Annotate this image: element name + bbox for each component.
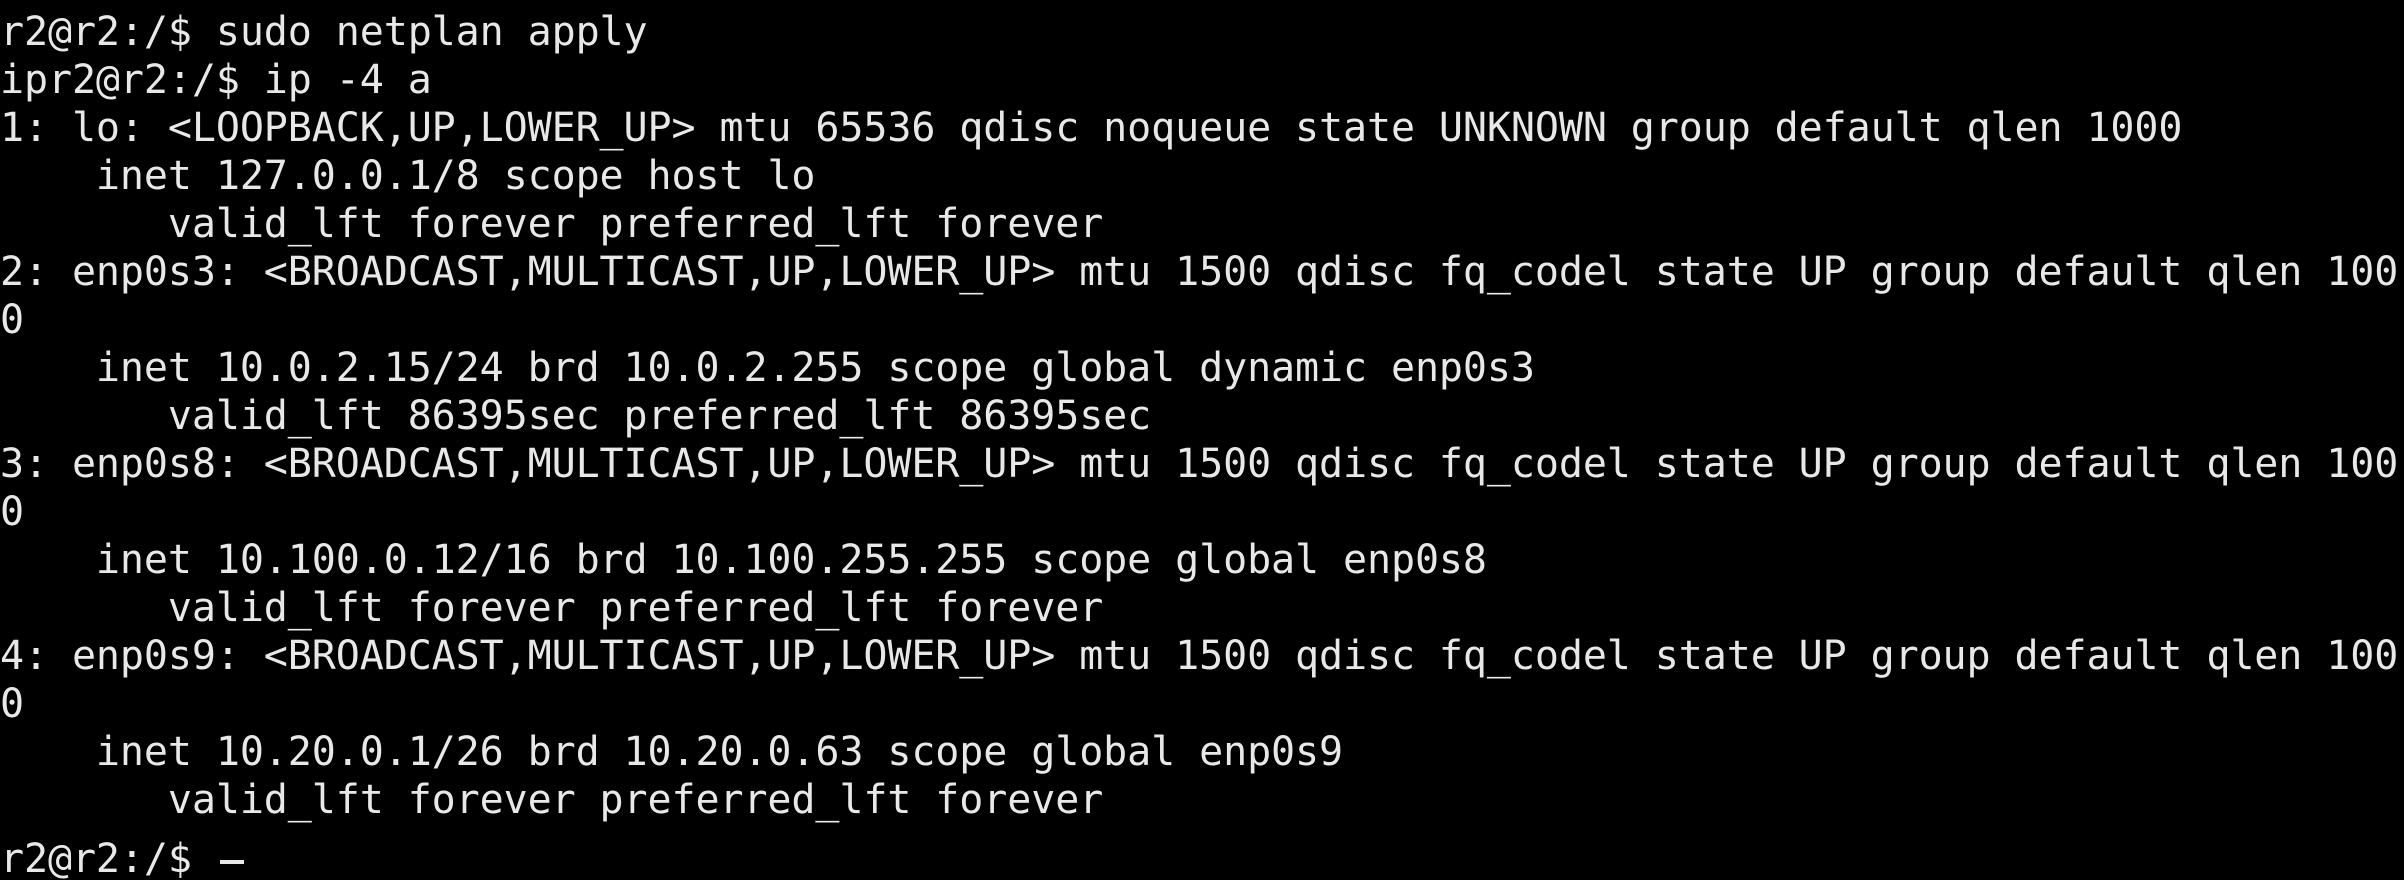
terminal-line: inet 10.20.0.1/26 brd 10.20.0.63 scope g… bbox=[0, 729, 1343, 775]
terminal-line: inet 10.100.0.12/16 brd 10.100.255.255 s… bbox=[0, 537, 1487, 583]
terminal-line: 0 bbox=[0, 489, 24, 535]
text-cursor bbox=[216, 824, 244, 872]
terminal-line: 4: enp0s9: <BROADCAST,MULTICAST,UP,LOWER… bbox=[0, 633, 2399, 679]
terminal-prompt: r2@r2:/$ bbox=[0, 836, 216, 880]
terminal-line: valid_lft 86395sec preferred_lft 86395se… bbox=[0, 393, 1152, 439]
terminal-prompt-line[interactable]: r2@r2:/$ bbox=[0, 824, 244, 880]
terminal-line: valid_lft forever preferred_lft forever bbox=[0, 201, 1104, 247]
terminal-line: 2: enp0s3: <BROADCAST,MULTICAST,UP,LOWER… bbox=[0, 249, 2399, 295]
terminal-line: valid_lft forever preferred_lft forever bbox=[0, 777, 1104, 823]
terminal-line: inet 127.0.0.1/8 scope host lo bbox=[0, 153, 816, 199]
terminal-screen[interactable]: r2@r2:/$ sudo netplan apply ipr2@r2:/$ i… bbox=[0, 0, 2404, 880]
terminal-line: 1: lo: <LOOPBACK,UP,LOWER_UP> mtu 65536 … bbox=[0, 105, 2183, 151]
terminal-line: valid_lft forever preferred_lft forever bbox=[0, 585, 1104, 631]
terminal-line: 0 bbox=[0, 297, 24, 343]
terminal-line: 3: enp0s8: <BROADCAST,MULTICAST,UP,LOWER… bbox=[0, 441, 2399, 487]
terminal-line: inet 10.0.2.15/24 brd 10.0.2.255 scope g… bbox=[0, 345, 1535, 391]
terminal-line: ipr2@r2:/$ ip -4 a bbox=[0, 57, 432, 103]
terminal-line: r2@r2:/$ sudo netplan apply bbox=[0, 9, 648, 55]
terminal-line: 0 bbox=[0, 681, 24, 727]
